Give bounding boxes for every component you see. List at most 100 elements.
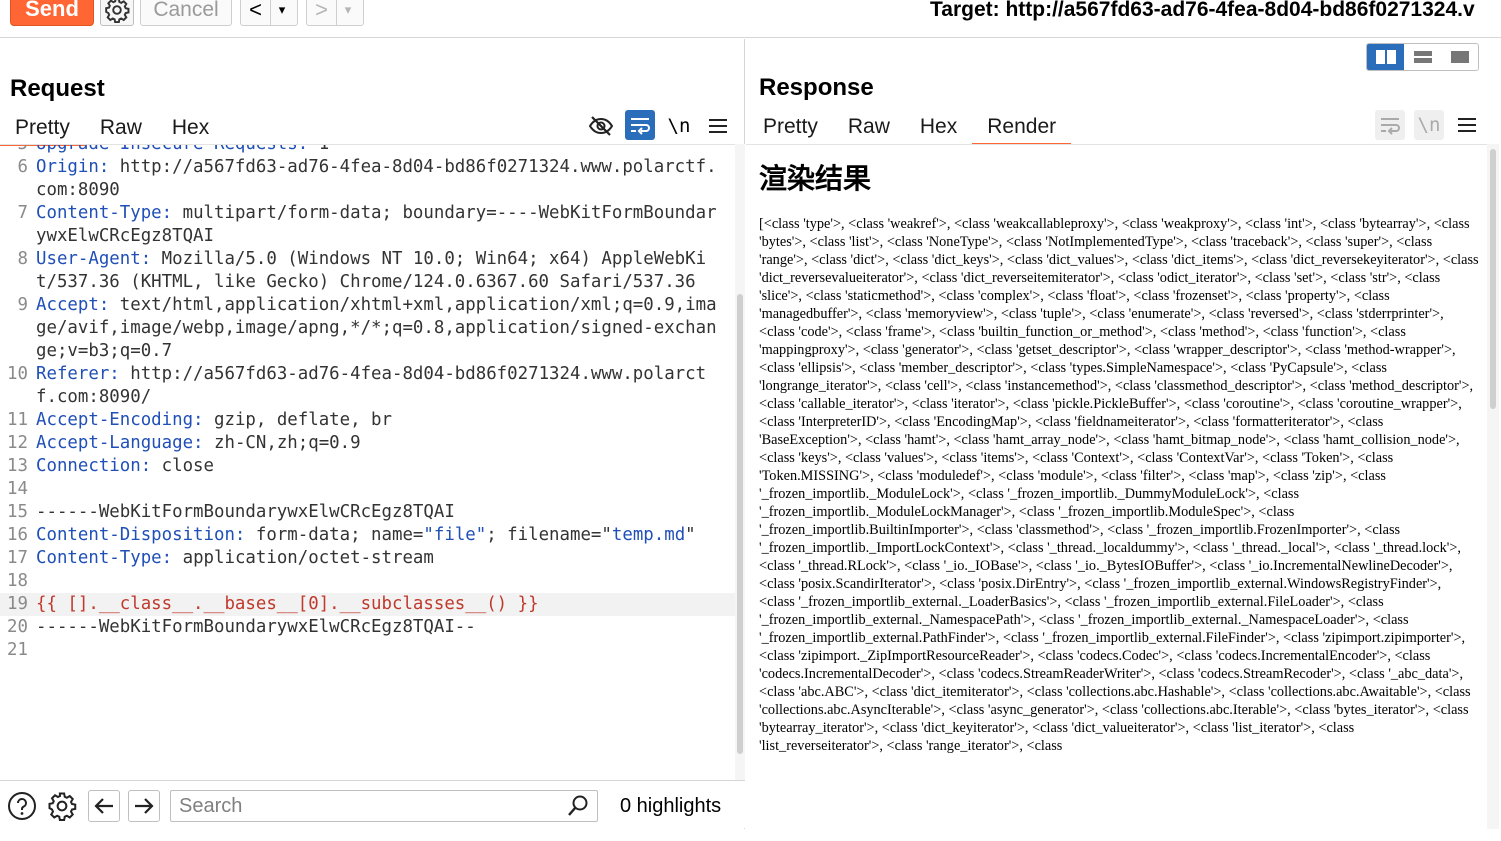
line-number: 15	[7, 502, 28, 522]
header-value: ------WebKitFormBoundarywxElwCRcEgz8TQAI	[36, 502, 455, 522]
editor-line[interactable]: 16 Content-Disposition: form-data; name="…	[0, 524, 735, 547]
header-name: Accept-Encoding:	[36, 410, 204, 430]
send-button[interactable]: Send	[10, 0, 94, 26]
editor-line[interactable]: 13 Connection: close	[0, 455, 735, 478]
wrap-lines-button[interactable]	[1375, 110, 1405, 140]
chevron-right-icon: >	[315, 0, 328, 22]
editor-line[interactable]: 21	[0, 639, 735, 662]
header-value: http://a567fd63-ad76-4fea-8d04-bd86f0271…	[36, 157, 717, 200]
line-number: 19	[7, 594, 28, 614]
tab-hex[interactable]: Hex	[905, 112, 972, 142]
gear-icon	[105, 0, 130, 23]
wrap-lines-icon	[631, 118, 650, 135]
tab-pretty[interactable]: Pretty	[0, 113, 85, 146]
header-name: Content-Disposition:	[36, 525, 246, 545]
line-content	[36, 639, 724, 662]
ssti-payload: {{ [].__class__.__bases__[0].__subclasse…	[36, 594, 539, 614]
line-number: 8	[17, 249, 28, 269]
search-previous-button[interactable]	[88, 790, 120, 822]
help-icon	[8, 792, 36, 820]
hamburger-menu-icon	[709, 119, 727, 133]
string-literal: temp.md	[611, 525, 686, 545]
newline-icon: \n	[1417, 114, 1441, 136]
show-newlines-button[interactable]: \n	[1414, 110, 1444, 140]
chevron-down-icon: ▾	[344, 2, 352, 17]
request-scrollbar[interactable]	[735, 144, 745, 780]
settings-button[interactable]	[100, 0, 134, 26]
response-title: Response	[759, 74, 874, 101]
editor-line[interactable]: 7 Content-Type: multipart/form-data; boun…	[0, 202, 735, 248]
burp-repeater-window: Send Cancel < ▾ > ▾ Target: http://a567f…	[0, 0, 1501, 841]
header-name: User-Agent:	[36, 249, 152, 269]
line-number: 17	[7, 548, 28, 568]
tab-raw[interactable]: Raw	[833, 112, 905, 142]
forward-history-dropdown[interactable]: ▾	[337, 0, 359, 25]
line-number: 16	[7, 525, 28, 545]
render-heading: 渲染结果	[759, 162, 872, 195]
line-content	[36, 570, 724, 593]
editor-line[interactable]: 19 {{ [].__class__.__bases__[0].__subclas…	[0, 593, 735, 616]
line-content: {{ [].__class__.__bases__[0].__subclasse…	[36, 593, 724, 616]
line-number: 21	[7, 640, 28, 660]
tab-raw[interactable]: Raw	[85, 113, 157, 143]
editor-line[interactable]: 10 Referer: http://a567fd63-ad76-4fea-8d0…	[0, 363, 735, 409]
header-name: Connection:	[36, 456, 152, 476]
response-scrollbar[interactable]	[1487, 144, 1499, 829]
header-value: zh-CN,zh;q=0.9	[203, 433, 361, 453]
line-number: 20	[7, 617, 28, 637]
line-number: 5	[17, 144, 28, 154]
editor-line[interactable]: 9 Accept: text/html,application/xhtml+xml…	[0, 294, 735, 363]
layout-tabbed-button[interactable]	[1441, 44, 1478, 70]
back-button[interactable]: <	[241, 0, 271, 25]
wrap-lines-button[interactable]	[625, 110, 655, 140]
editor-line[interactable]: 17 Content-Type: application/octet-stream	[0, 547, 735, 570]
target-url[interactable]: Target: http://a567fd63-ad76-4fea-8d04-b…	[930, 0, 1475, 22]
editor-line[interactable]: 6 Origin: http://a567fd63-ad76-4fea-8d04-…	[0, 156, 735, 202]
request-editor[interactable]: 5 Upgrade-Insecure-Requests: 1 6 Origin: ht…	[0, 144, 735, 780]
response-panel: Response Pretty Raw Hex Render \n 渲染结果 […	[746, 39, 1501, 829]
header-name: Content-Type:	[36, 203, 173, 223]
layout-side-by-side-button[interactable]	[1367, 44, 1404, 70]
editor-line[interactable]: 20 ------WebKitFormBoundarywxElwCRcEgz8TQ…	[0, 616, 735, 639]
editor-line[interactable]: 12 Accept-Language: zh-CN,zh;q=0.9	[0, 432, 735, 455]
highlights-count: 0 highlights	[620, 795, 722, 817]
line-number: 6	[17, 157, 28, 177]
columns-icon	[1375, 50, 1396, 64]
editor-line[interactable]: 11 Accept-Encoding: gzip, deflate, br	[0, 409, 735, 432]
request-panel: Request Pretty Raw Hex \n 5 Upgrade-Insec…	[0, 39, 745, 829]
line-number: 7	[17, 203, 28, 223]
editor-line[interactable]: 15 ------WebKitFormBoundarywxElwCRcEgz8TQ…	[0, 501, 735, 524]
line-content: User-Agent: Mozilla/5.0 (Windows NT 10.0…	[36, 248, 724, 294]
tab-hex[interactable]: Hex	[157, 113, 224, 143]
layout-stacked-button[interactable]	[1404, 44, 1441, 70]
scrollbar-thumb[interactable]	[737, 294, 743, 754]
gear-icon	[48, 792, 77, 821]
arrow-right-icon	[135, 798, 154, 814]
hide-nonprinting-button[interactable]	[586, 111, 616, 141]
response-menu-button[interactable]	[1452, 110, 1482, 140]
search-next-button[interactable]	[128, 790, 160, 822]
line-number: 9	[17, 295, 28, 315]
header-value: ; filename="	[486, 525, 612, 545]
request-menu-button[interactable]	[703, 111, 733, 141]
editor-line[interactable]: 5 Upgrade-Insecure-Requests: 1	[0, 144, 735, 156]
header-name: Origin:	[36, 157, 110, 177]
cancel-button[interactable]: Cancel	[140, 0, 232, 26]
editor-line[interactable]: 14	[0, 478, 735, 501]
header-value: 1	[308, 144, 330, 154]
request-title: Request	[10, 75, 105, 102]
header-value: http://a567fd63-ad76-4fea-8d04-bd86f0271…	[36, 364, 707, 407]
header-name: Content-Type:	[36, 548, 173, 568]
back-history-dropdown[interactable]: ▾	[271, 0, 293, 25]
tab-render[interactable]: Render	[972, 112, 1072, 145]
scrollbar-thumb[interactable]	[1490, 149, 1496, 409]
tab-pretty[interactable]: Pretty	[748, 112, 833, 142]
forward-button[interactable]: >	[307, 0, 337, 25]
search-settings-button[interactable]	[46, 790, 78, 822]
editor-line[interactable]: 18	[0, 570, 735, 593]
header-value: gzip, deflate, br	[203, 410, 392, 430]
help-button[interactable]	[6, 790, 38, 822]
editor-line[interactable]: 8 User-Agent: Mozilla/5.0 (Windows NT 10.…	[0, 248, 735, 294]
search-input[interactable]	[170, 790, 598, 822]
show-newlines-button[interactable]: \n	[664, 111, 694, 141]
